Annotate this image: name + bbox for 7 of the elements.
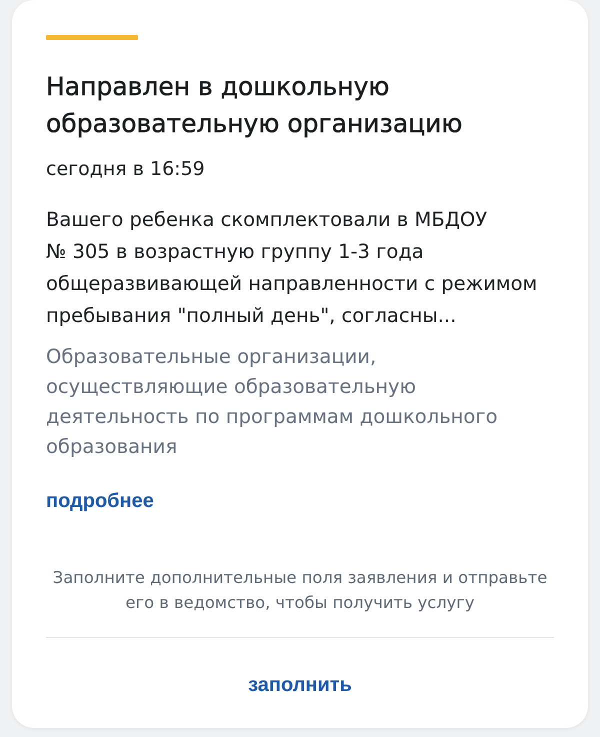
notification-title: Направлен в дошкольную образовательную организацию: [46, 71, 464, 140]
timestamp: сегодня в 16:59: [46, 157, 205, 182]
hint-text: Заполните дополнительные поля заявления и отправьте его в ведомство, чтобы получить услугу: [52, 567, 548, 614]
message-text: Вашего ребенка скомплектовали в МБДОУ № 305 в возрастную группу 1-3 года общеразвивающей направленности с режимом пребывания "полный день", согласны...: [46, 207, 538, 329]
details-link[interactable]: подробнее: [46, 487, 154, 515]
category-text: Образовательные организации, осуществляющие образовательную деятельность по программам дошкольного образования: [46, 344, 499, 460]
fill-in-button[interactable]: заполнить: [232, 661, 368, 709]
